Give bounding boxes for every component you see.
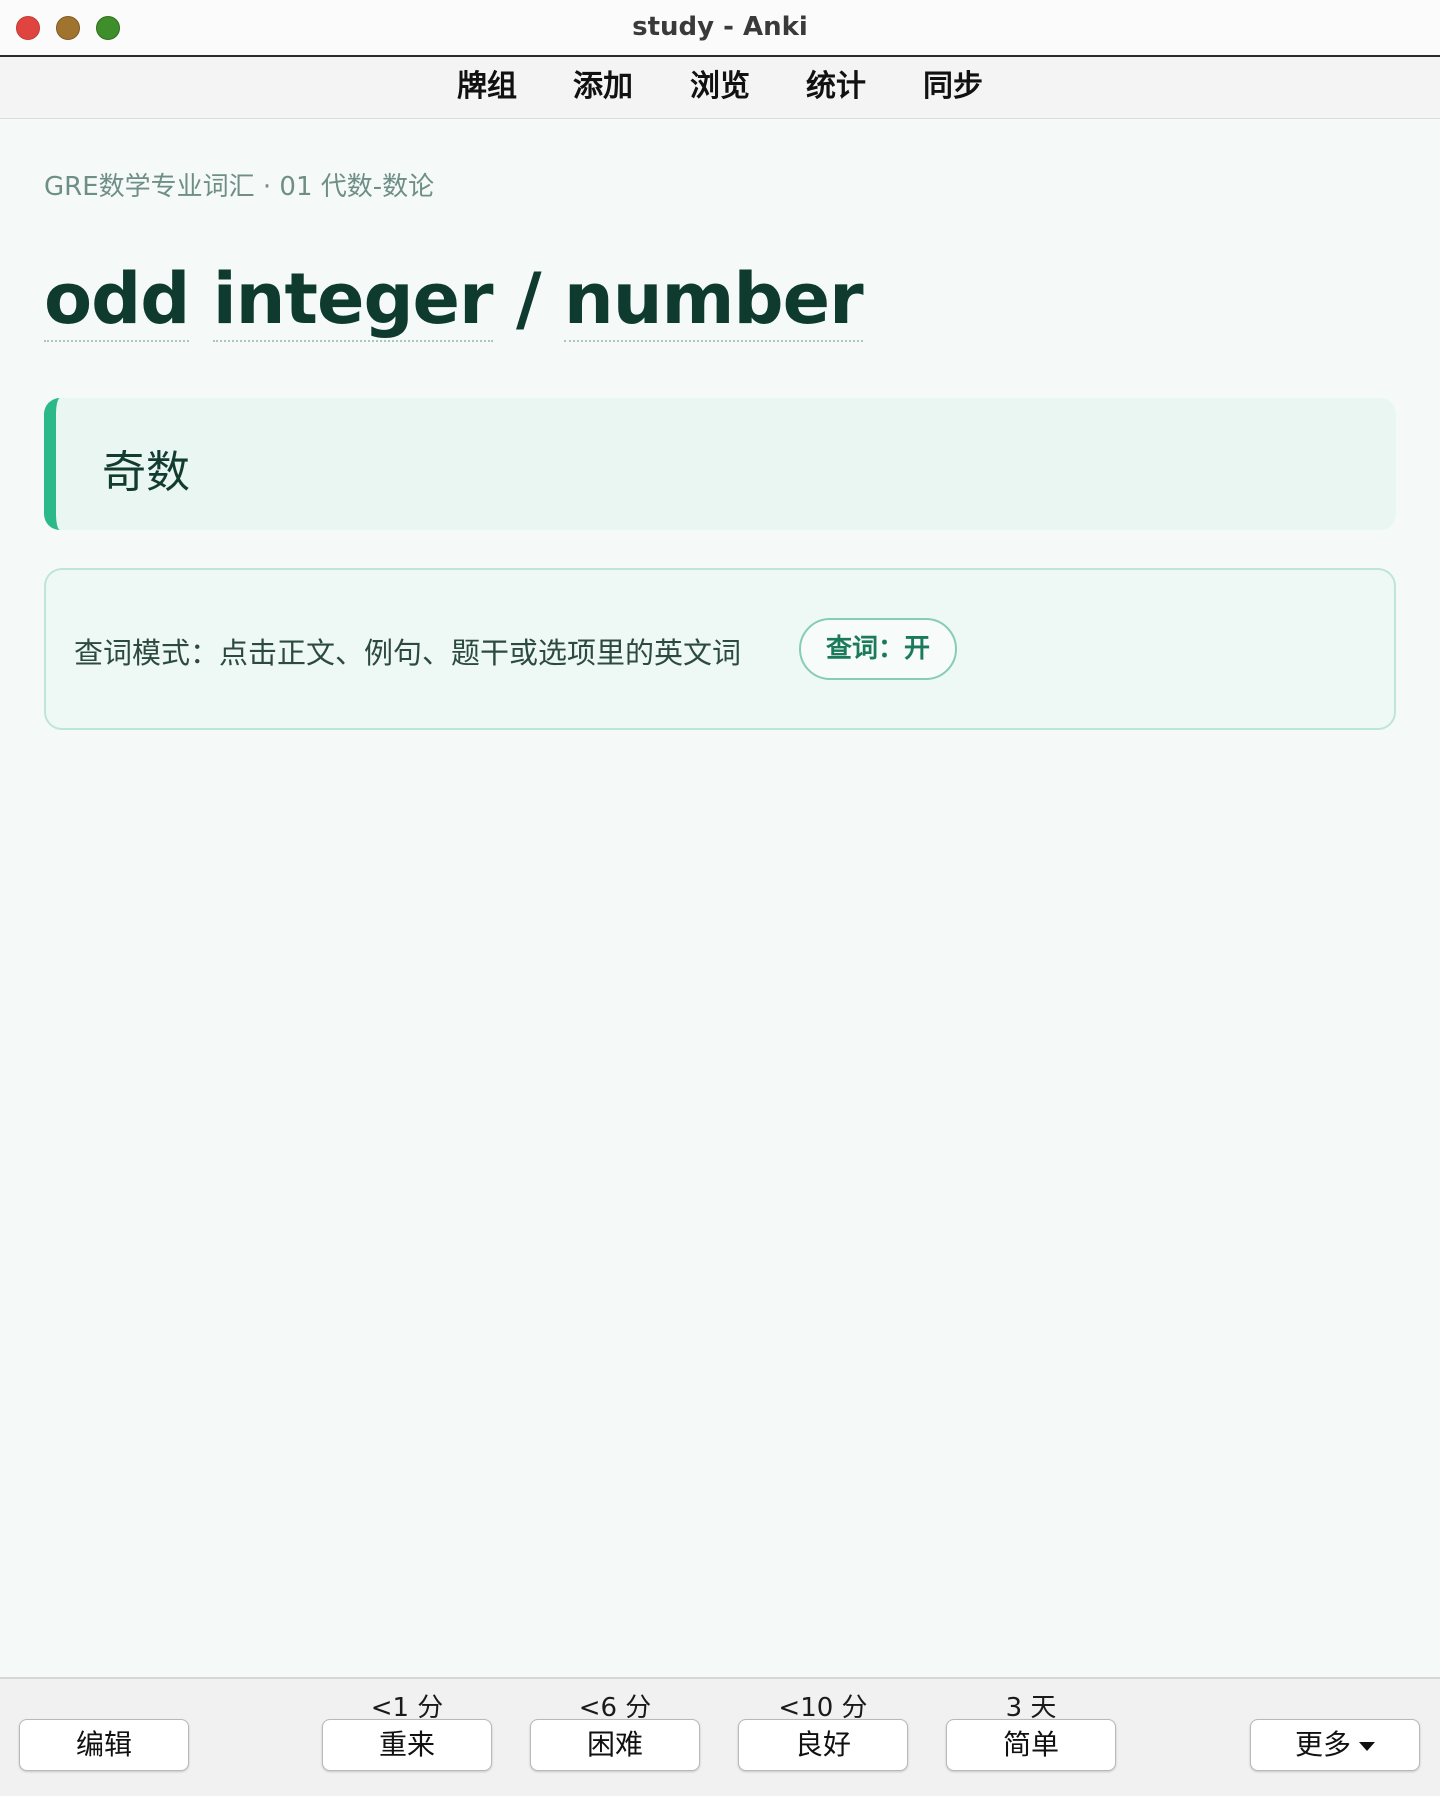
edit-button[interactable]: 编辑 <box>19 1719 189 1771</box>
again-button[interactable]: 重来 <box>322 1719 492 1771</box>
anki-window: study - Anki 牌组 添加 浏览 统计 同步 GRE数学专业词汇 · … <box>0 0 1440 1796</box>
title-bar: study - Anki <box>0 0 1440 57</box>
hard-button[interactable]: 困难 <box>530 1719 700 1771</box>
meaning-text: 奇数 <box>102 447 190 498</box>
headword: odd integer / number <box>44 258 864 342</box>
deck-breadcrumb: GRE数学专业词汇 · 01 代数-数论 <box>44 172 435 202</box>
headword-separator: / <box>515 258 542 340</box>
toolbar-sync[interactable]: 同步 <box>923 67 983 107</box>
lookup-mode-text: 查词模式：点击正文、例句、题干或选项里的英文词 <box>74 636 742 670</box>
toolbar-browse[interactable]: 浏览 <box>690 67 750 107</box>
toolbar-stats[interactable]: 统计 <box>806 67 866 107</box>
more-button-label: 更多 <box>1294 1728 1351 1761</box>
lookup-mode-panel: 查词模式：点击正文、例句、题干或选项里的英文词 查词：开 <box>44 568 1396 730</box>
good-button[interactable]: 良好 <box>738 1719 908 1771</box>
window-title: study - Anki <box>632 12 808 42</box>
more-button[interactable]: 更多 <box>1250 1719 1420 1771</box>
headword-word[interactable]: integer <box>212 258 494 342</box>
answer-bar: 编辑 <1 分 重来 <6 分 困难 <10 分 良好 3 天 简单 更多 <box>0 1677 1440 1796</box>
headword-word[interactable]: odd <box>44 258 190 342</box>
lookup-toggle-button[interactable]: 查词：开 <box>799 618 957 680</box>
main-toolbar: 牌组 添加 浏览 统计 同步 <box>0 57 1440 119</box>
toolbar-add[interactable]: 添加 <box>573 67 633 107</box>
meaning-box: 奇数 <box>44 398 1396 530</box>
headword-word[interactable]: number <box>563 258 864 342</box>
caret-down-icon <box>1359 1741 1375 1751</box>
easy-button[interactable]: 简单 <box>946 1719 1116 1771</box>
toolbar-decks[interactable]: 牌组 <box>457 67 517 107</box>
